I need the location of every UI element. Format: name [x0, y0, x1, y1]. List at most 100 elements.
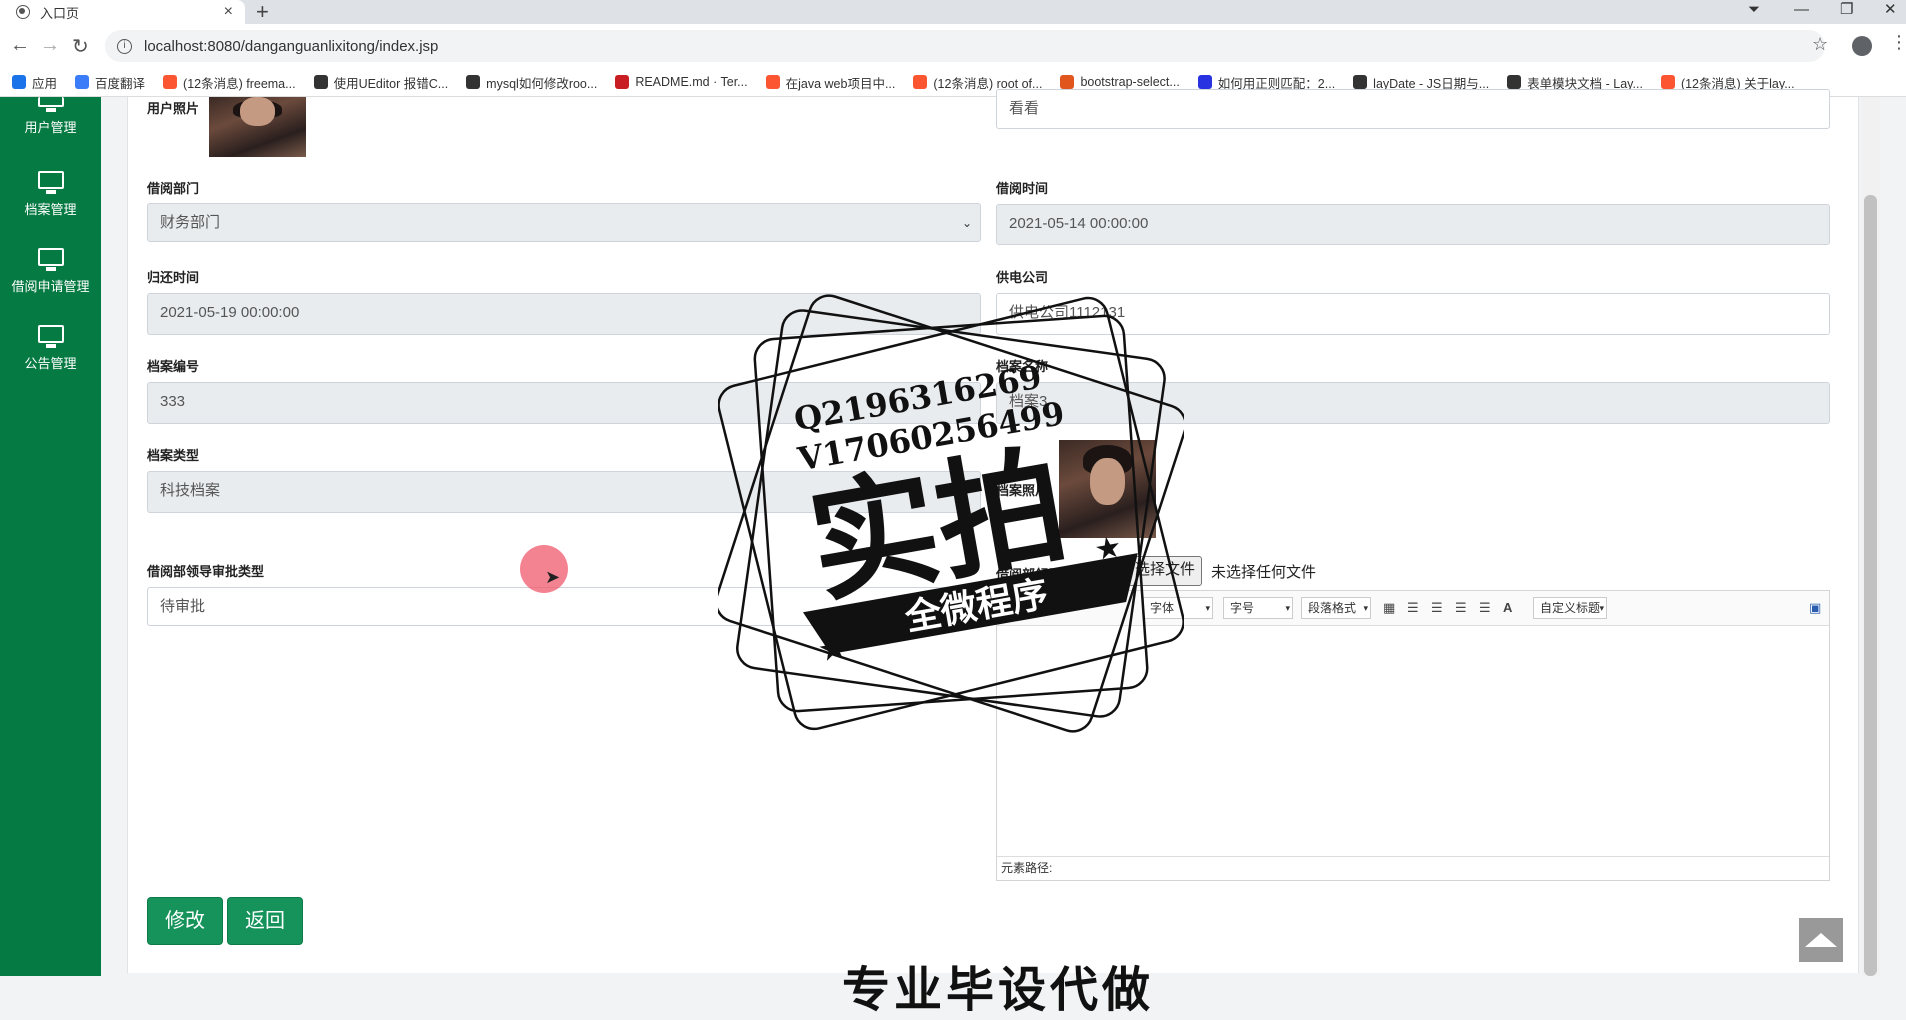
approval-type-label: 借阅部领导审批类型 [147, 564, 265, 579]
profile-avatar-icon[interactable] [1852, 36, 1872, 56]
return-time-label: 归还时间 [147, 270, 200, 285]
bookmark-star-icon[interactable]: ☆ [1812, 34, 1828, 55]
back-button[interactable]: 返回 [227, 897, 303, 945]
custom-title-combo[interactable]: 自定义标题 ▾ [1533, 597, 1607, 619]
borrow-time-field[interactable]: 2021-05-14 00:00:00 [996, 204, 1830, 245]
address-bar-row: ← → ↻ i localhost:8080/danganguanlixiton… [0, 24, 1906, 69]
modify-button[interactable]: 修改 [147, 897, 223, 945]
mouse-cursor-icon: ➤ [545, 567, 561, 587]
fullscreen-icon[interactable]: ▣ [1809, 600, 1821, 616]
file-status-text: 未选择任何文件 [1211, 564, 1317, 581]
bookmark-favicon-icon [75, 75, 90, 89]
restore-button[interactable]: ❐ [1840, 0, 1853, 20]
sidebar-item-label: 公告管理 [24, 356, 77, 371]
tab-strip: 入口页 × + ⏷ — ❐ ✕ [0, 0, 1906, 24]
font-color-icon[interactable]: A [1503, 600, 1512, 615]
top-right-field[interactable]: 看看 [996, 89, 1830, 129]
forward-icon[interactable]: → [40, 34, 60, 57]
archive-no-label: 档案编号 [147, 359, 200, 374]
bookmark-favicon-icon [615, 75, 630, 89]
scrollbar-thumb[interactable] [1864, 195, 1877, 976]
approval-type-field[interactable]: 待审批 [147, 587, 981, 626]
align-right-icon[interactable]: ☰ [1431, 600, 1443, 616]
bookmark-label: 百度翻译 [95, 76, 146, 91]
browser-tab[interactable]: 入口页 × [0, 0, 245, 24]
bookmark-favicon-icon [466, 75, 481, 89]
profile-dropdown-icon[interactable]: ⏷ [1748, 0, 1760, 20]
archive-name-field[interactable]: 档案3 [996, 382, 1830, 424]
watermark-bottom-text: 专业毕设代做 [842, 964, 1155, 1017]
user-photo [209, 97, 306, 157]
dept-label: 借阅部门 [147, 181, 200, 196]
font-family-combo[interactable]: 字体 ▾ [1143, 597, 1213, 619]
bookmark-item[interactable]: mysql如何修改roo... [466, 73, 597, 92]
align-justify-icon[interactable]: ☰ [1479, 600, 1491, 616]
archive-photo [1059, 440, 1156, 538]
bookmark-favicon-icon [313, 75, 328, 89]
company-field[interactable]: 供电公司1112131 [996, 293, 1830, 335]
monitor-icon [37, 97, 64, 112]
url-text: localhost:8080/danganguanlixitong/index.… [144, 37, 439, 55]
bookmark-label: 应用 [32, 76, 58, 91]
user-photo-label: 用户照片 [147, 101, 200, 116]
archive-type-field[interactable]: 科技档案 [147, 471, 981, 513]
bookmark-label: (12条消息) freema... [183, 76, 296, 91]
rich-text-editor[interactable]: 字体 ▾ 字号 ▾ 段落格式 ▾ ▦ ☰ ☰ ☰ ☰ A 自定义标题 ▾ ▣ 元素路径: [996, 590, 1830, 881]
bookmark-item[interactable]: (12条消息) freema... [163, 73, 296, 92]
reload-icon[interactable]: ↻ [72, 34, 89, 59]
archive-no-field[interactable]: 333 [147, 382, 981, 424]
sidebar-item-announcements[interactable]: 公告管理 [0, 325, 101, 372]
dept-select[interactable]: 财务部门 ⌄ [147, 203, 981, 242]
sidebar-item-borrow-requests[interactable]: 借阅申请管理 [0, 248, 101, 295]
bookmark-favicon-icon [1353, 75, 1368, 89]
close-tab-icon[interactable]: × [224, 3, 233, 21]
bookmark-item[interactable]: 应用 [12, 73, 57, 92]
chevron-down-icon: ⌄ [961, 216, 972, 230]
bookmark-label: mysql如何修改roo... [486, 76, 598, 91]
bookmark-favicon-icon [1660, 75, 1675, 89]
monitor-icon [37, 325, 64, 348]
bookmark-favicon-icon [765, 75, 780, 89]
bookmark-favicon-icon [913, 75, 928, 89]
monitor-icon [37, 171, 64, 194]
minimize-button[interactable]: — [1794, 0, 1809, 20]
globe-icon [16, 5, 30, 19]
close-window-button[interactable]: ✕ [1884, 0, 1897, 20]
bookmark-item[interactable]: bootstrap-select... [1060, 75, 1180, 89]
new-tab-button[interactable]: + [256, 0, 269, 24]
align-center-icon[interactable]: ☰ [1455, 600, 1467, 616]
return-time-field[interactable]: 2021-05-19 00:00:00 [147, 293, 981, 335]
monitor-icon [37, 248, 64, 271]
table-icon[interactable]: ▦ [1383, 600, 1395, 616]
editor-toolbar: 字体 ▾ 字号 ▾ 段落格式 ▾ ▦ ☰ ☰ ☰ ☰ A 自定义标题 ▾ ▣ [997, 591, 1829, 626]
archive-photo-label: 档案照片 [996, 483, 1049, 498]
bookmark-item[interactable]: 百度翻译 [75, 73, 145, 92]
font-size-combo[interactable]: 字号 ▾ [1223, 597, 1293, 619]
url-field[interactable]: i localhost:8080/danganguanlixitong/inde… [105, 30, 1825, 62]
menu-kebab-icon[interactable]: ⋮ [1890, 32, 1906, 53]
dept-select-value: 财务部门 [160, 214, 221, 231]
editor-path-bar: 元素路径: [997, 856, 1829, 880]
bookmark-label: 在java web项目中... [785, 76, 896, 91]
bookmark-favicon-icon [1197, 75, 1212, 89]
bookmark-item[interactable]: 在java web项目中... [765, 73, 896, 92]
choose-file-button[interactable]: 选择文件 [1128, 556, 1203, 586]
bookmark-favicon-icon [163, 75, 178, 89]
sidebar-item-users[interactable]: 用户管理 [0, 97, 101, 136]
apps-grid-icon [12, 75, 26, 89]
bookmark-item[interactable]: 使用UEditor 报错C... [313, 73, 449, 92]
sidebar-item-label: 借阅申请管理 [11, 279, 90, 294]
back-icon[interactable]: ← [10, 34, 30, 57]
sidebar-item-archives[interactable]: 档案管理 [0, 171, 101, 218]
archive-name-label: 档案名称 [996, 359, 1049, 374]
approval-opinion-label: 借阅部领导审批意见 [996, 567, 1114, 582]
tab-title: 入口页 [40, 5, 80, 21]
bookmark-item[interactable]: README.md · Ter... [615, 75, 748, 89]
bookmark-label: 使用UEditor 报错C... [333, 76, 449, 91]
align-left-icon[interactable]: ☰ [1407, 600, 1419, 616]
sidebar-item-label: 档案管理 [24, 202, 77, 217]
paragraph-combo[interactable]: 段落格式 ▾ [1301, 597, 1371, 619]
company-label: 供电公司 [996, 270, 1049, 285]
back-to-top-button[interactable] [1799, 918, 1843, 962]
info-icon[interactable]: i [117, 38, 132, 54]
